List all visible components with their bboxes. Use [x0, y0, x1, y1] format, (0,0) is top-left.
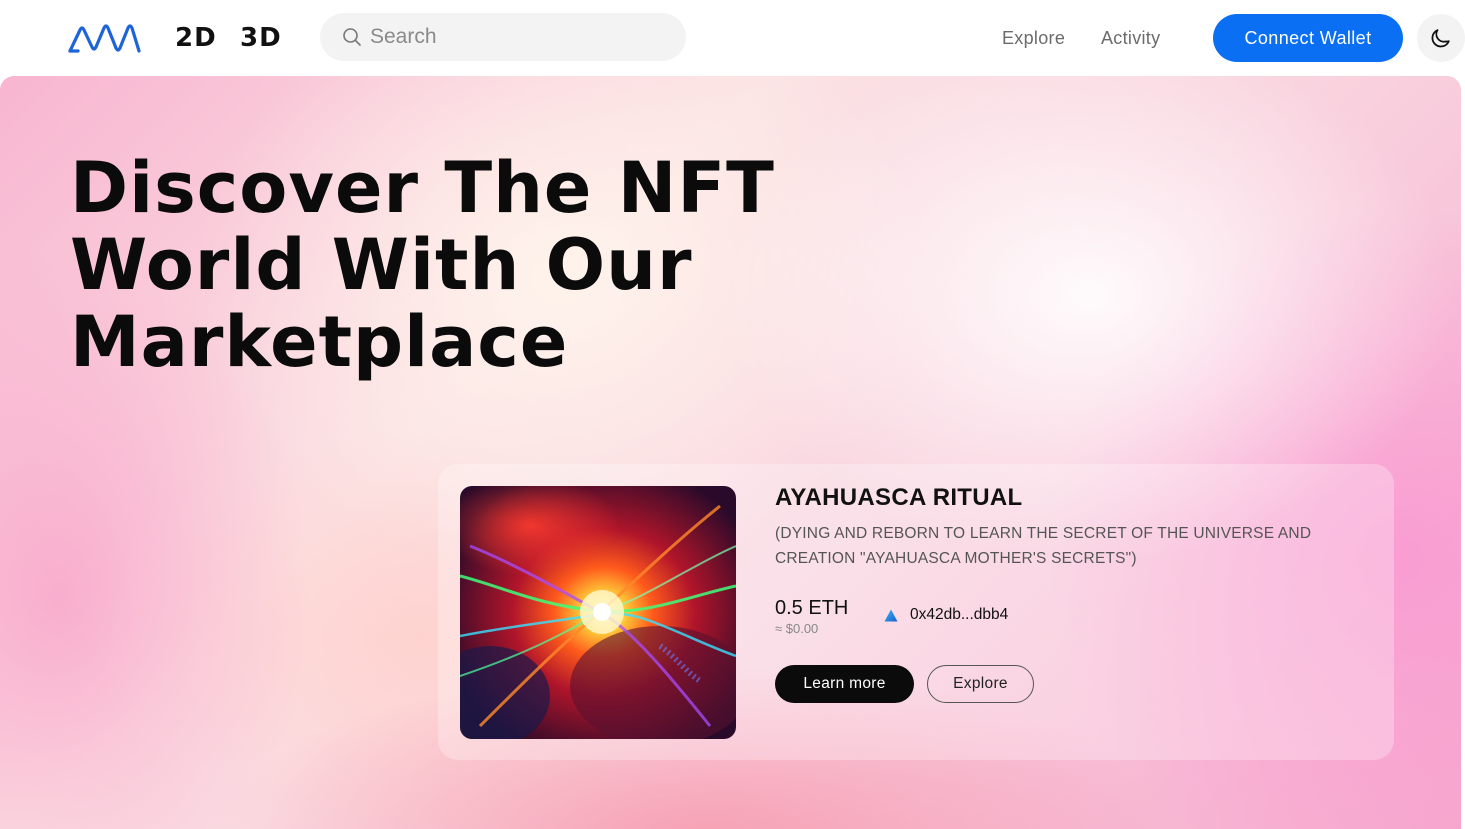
chain-triangle-icon [884, 609, 898, 622]
owner-address-text: 0x42db...dbb4 [910, 606, 1009, 623]
nft-price-usd: ≈ $0.00 [775, 621, 819, 636]
nft-price: 0.5 ETH [775, 597, 849, 619]
theme-toggle-button[interactable] [1417, 14, 1465, 62]
hero-title: Discover The NFT World With Our Marketpl… [70, 150, 970, 381]
search-input[interactable] [370, 19, 670, 55]
search-icon [343, 28, 361, 46]
nav-activity-link[interactable]: Activity [1101, 24, 1160, 52]
nft-artwork[interactable] [460, 486, 736, 739]
hero-section: Discover The NFT World With Our Marketpl… [0, 76, 1461, 829]
featured-nft-card: AYAHUASCA RITUAL (DYING AND REBORN TO LE… [438, 464, 1394, 760]
learn-more-button[interactable]: Learn more [775, 665, 914, 703]
top-navbar: 2D 3D Explore Activity Connect Wallet [0, 0, 1465, 76]
explore-button[interactable]: Explore [927, 665, 1034, 703]
nav-explore-link[interactable]: Explore [1002, 24, 1065, 52]
hero-title-line: Discover The NFT [70, 147, 775, 229]
connect-wallet-button[interactable]: Connect Wallet [1213, 14, 1403, 62]
mode-2d-toggle[interactable]: 2D [175, 22, 217, 54]
marketplace-logo-icon[interactable] [66, 20, 142, 56]
moon-icon [1431, 29, 1450, 48]
mode-3d-toggle[interactable]: 3D [240, 22, 282, 54]
hero-title-line: Marketplace [70, 301, 569, 383]
hero-title-line: World With Our [70, 224, 693, 306]
search-bar[interactable] [320, 13, 686, 61]
nft-description: (DYING AND REBORN TO LEARN THE SECRET OF… [775, 525, 1312, 567]
nft-title: AYAHUASCA RITUAL [775, 484, 1023, 511]
